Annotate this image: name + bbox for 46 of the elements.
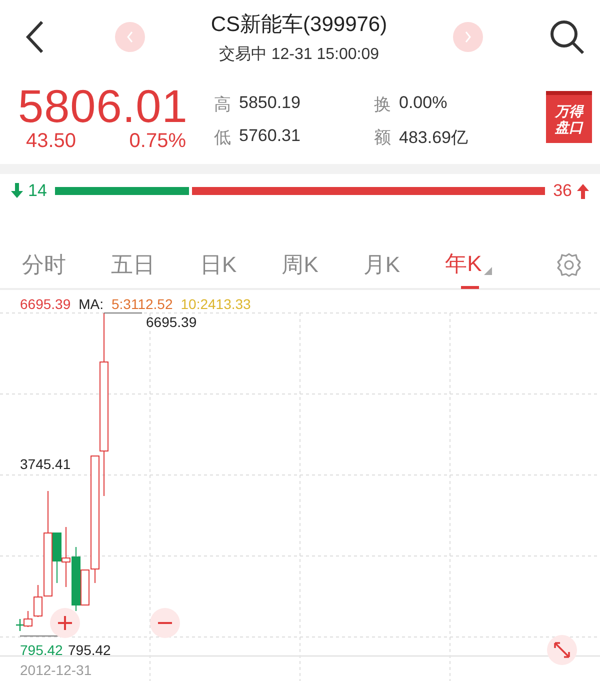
settings-icon[interactable] [556, 252, 582, 278]
plus-icon [58, 616, 72, 630]
candle [15, 618, 25, 632]
order-book-badge[interactable]: 万得盘口 [546, 91, 592, 143]
chart-period-tab[interactable]: 月K [363, 244, 400, 286]
zoom-in-button[interactable] [50, 608, 80, 638]
percent-change: 0.75% [129, 130, 186, 152]
leader-line [104, 312, 142, 314]
decliners-count: 14 [28, 181, 47, 201]
mid-price-label: 3745.41 [20, 456, 71, 472]
ma-reading: 5:3112.52 [112, 296, 173, 312]
up-arrow-icon [576, 183, 590, 199]
price-reading: 6695.39 [20, 296, 71, 312]
ma-label: MA: [78, 296, 104, 312]
chart-period-tab[interactable]: 五日 [111, 244, 155, 286]
chart-period-tab[interactable]: 分时 [22, 244, 66, 286]
zoom-out-button[interactable] [150, 608, 180, 638]
stat-label: 高 [214, 94, 231, 116]
candle [62, 526, 70, 588]
current-price: 5806.01 [18, 82, 189, 130]
expand-icon [553, 641, 571, 659]
ma-reading: 10:2413.33 [180, 296, 251, 312]
cursor-price-label: 795.42 [20, 642, 63, 658]
max-price-label: 6695.39 [146, 314, 197, 330]
stock-title: CS新能车(399976) [210, 12, 388, 38]
price-change: 43.50 [26, 130, 76, 152]
min-price-label: 795.42 [68, 642, 111, 658]
stat-label: 换 [374, 94, 391, 116]
advancers-count: 36 [553, 181, 572, 201]
chevron-right-icon [462, 30, 473, 44]
chevron-left-icon [125, 30, 136, 44]
stat-value: 5850.19 [239, 93, 300, 114]
stat-value: 0.00% [399, 93, 448, 114]
stat-value: 5760.31 [239, 126, 300, 147]
date-label: 2012-12-31 [20, 662, 92, 678]
trading-status: 交易中 12-31 15:00:09 [218, 44, 380, 64]
chart-period-tab[interactable]: 日K [200, 244, 237, 286]
chart-period-tab[interactable]: 年K [445, 242, 492, 288]
search-icon[interactable] [548, 18, 586, 56]
stat-label: 低 [214, 127, 231, 149]
minus-icon [158, 621, 172, 625]
stat-value: 483.69亿 [399, 127, 468, 149]
fullscreen-button[interactable] [547, 635, 577, 665]
down-arrow-icon [10, 183, 24, 199]
stat-label: 额 [374, 127, 391, 149]
chart-period-tab[interactable]: 周K [282, 244, 318, 286]
